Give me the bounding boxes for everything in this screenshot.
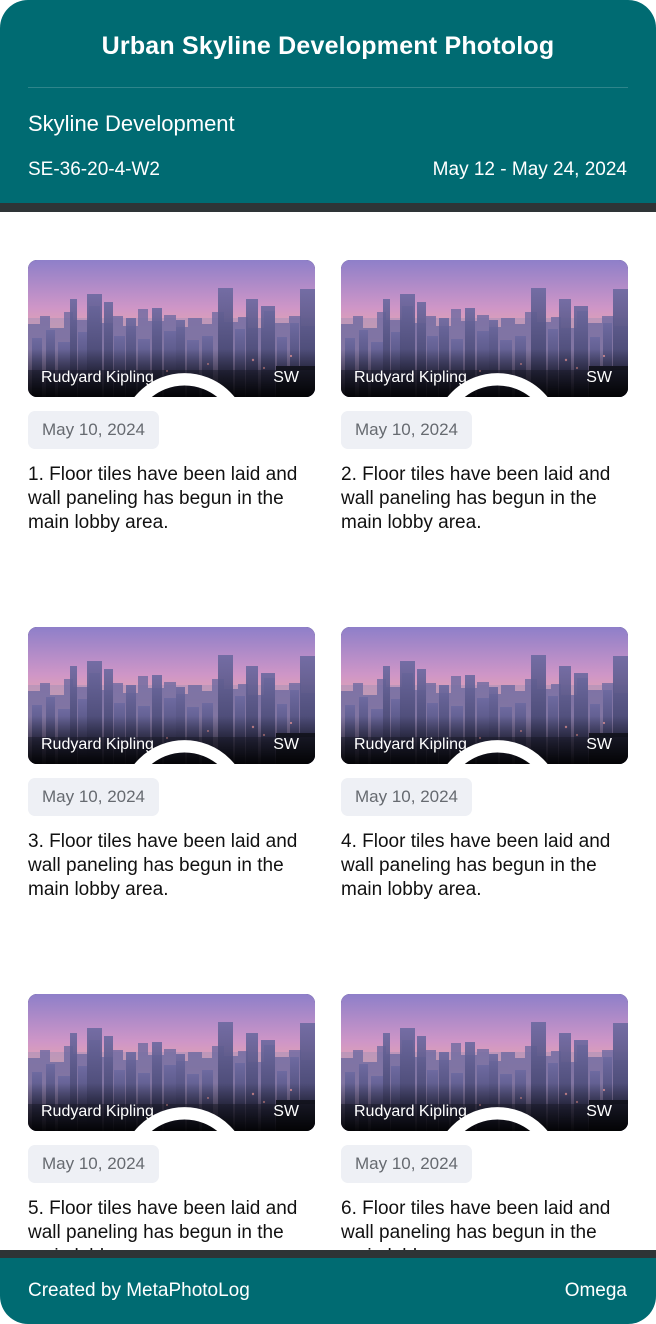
photolog-page: Urban Skyline Development Photolog Skyli… [0,0,656,1324]
site-photo[interactable]: Rudyard Kipling SW [28,994,315,1131]
photo-grid: Rudyard Kipling SW May 10, 2024 1. Floor… [28,260,628,1250]
project-name: Skyline Development [28,111,235,136]
photo-card[interactable]: Rudyard Kipling SW May 10, 2024 1. Floor… [28,260,315,627]
footer-credit: Created by MetaPhotoLog [28,1280,250,1301]
photo-date: May 10, 2024 [28,411,160,449]
location-code: SE-36-20-4-W2 [28,159,160,180]
photo-card[interactable]: Rudyard Kipling SW May 10, 2024 4. Floor… [341,627,628,994]
page-title: Urban Skyline Development Photolog [101,32,555,60]
photo-grid-area[interactable]: Rudyard Kipling SW May 10, 2024 1. Floor… [0,212,656,1250]
photo-date: May 10, 2024 [28,778,160,816]
photo-caption: 4. Floor tiles have been laid and wall p… [341,831,611,900]
photo-direction: SW [586,1103,612,1121]
photo-card[interactable]: Rudyard Kipling SW May 10, 2024 5. Floor… [28,994,315,1250]
photo-date: May 10, 2024 [341,778,473,816]
header: Urban Skyline Development Photolog Skyli… [0,0,656,203]
compass-icon [586,369,628,397]
photo-direction: SW [586,369,612,387]
photographer: Rudyard Kipling [41,369,235,397]
photographer: Rudyard Kipling [41,1103,235,1131]
photo-direction: SW [273,736,299,754]
compass-icon [273,1103,315,1131]
photographer: Rudyard Kipling [354,736,548,764]
photo-caption: 1. Floor tiles have been laid and wall p… [28,464,298,533]
header-divider [28,87,628,88]
site-photo[interactable]: Rudyard Kipling SW [341,260,628,397]
site-photo[interactable]: Rudyard Kipling SW [341,994,628,1131]
site-photo[interactable]: Rudyard Kipling SW [28,627,315,764]
photographer: Rudyard Kipling [41,736,235,764]
photo-direction: SW [586,736,612,754]
footer-band [0,1250,656,1258]
photo-caption: 2. Floor tiles have been laid and wall p… [341,464,611,533]
photo-caption: 3. Floor tiles have been laid and wall p… [28,831,298,900]
photo-direction: SW [273,1103,299,1121]
photo-date: May 10, 2024 [28,1145,160,1183]
photo-date: May 10, 2024 [341,411,473,449]
site-photo[interactable]: Rudyard Kipling SW [28,260,315,397]
footer-brand: Omega [564,1280,627,1301]
compass-icon [273,736,315,764]
photo-card[interactable]: Rudyard Kipling SW May 10, 2024 3. Floor… [28,627,315,994]
footer: Created by MetaPhotoLog Omega [0,1258,656,1324]
photo-card[interactable]: Rudyard Kipling SW May 10, 2024 6. Floor… [341,994,628,1250]
photo-direction: SW [273,369,299,387]
photo-caption: 6. Floor tiles have been laid and wall p… [341,1198,611,1250]
compass-icon [586,736,628,764]
photographer: Rudyard Kipling [354,369,548,397]
photo-caption: 5. Floor tiles have been laid and wall p… [28,1198,298,1250]
compass-icon [273,369,315,397]
compass-icon [586,1103,628,1131]
photographer: Rudyard Kipling [354,1103,548,1131]
photo-card[interactable]: Rudyard Kipling SW May 10, 2024 2. Floor… [341,260,628,627]
header-band [0,203,656,212]
date-range: May 12 - May 24, 2024 [432,159,627,180]
photo-date: May 10, 2024 [341,1145,473,1183]
site-photo[interactable]: Rudyard Kipling SW [341,627,628,764]
